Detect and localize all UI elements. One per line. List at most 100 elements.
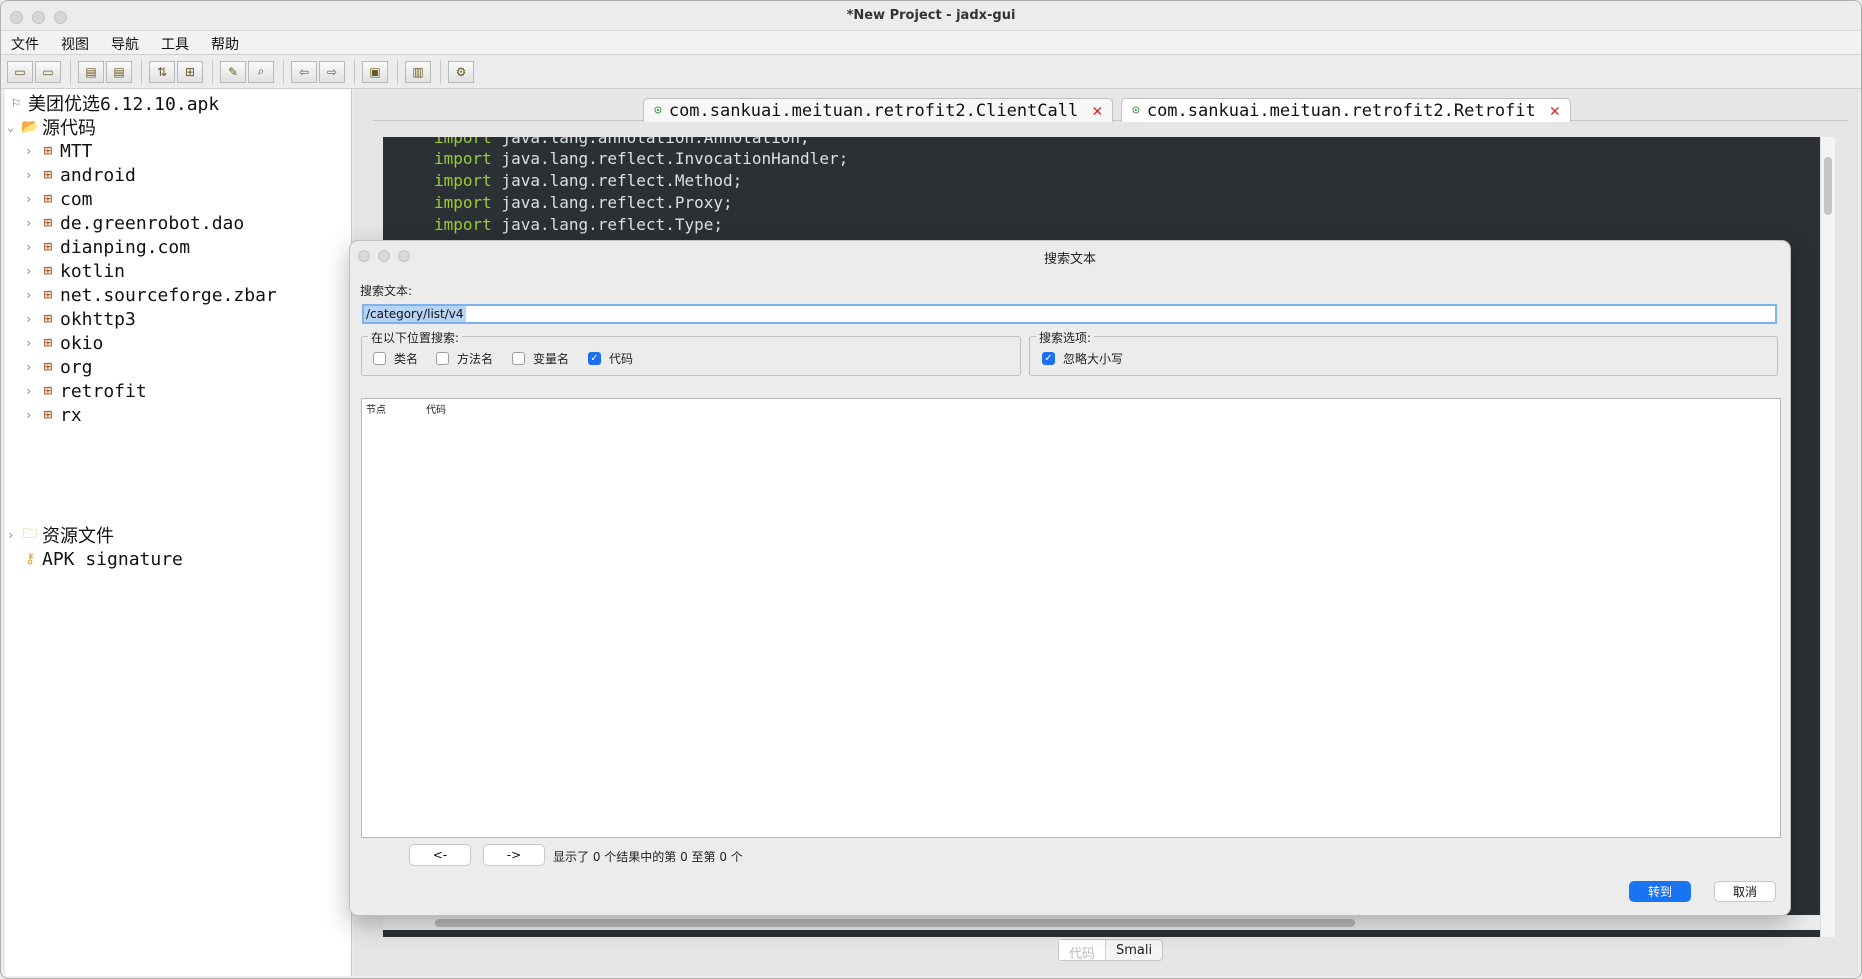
toolbar-separator [354,59,355,84]
tab-smali[interactable]: Smali [1106,940,1162,960]
export-icon[interactable]: ▤ [106,60,132,83]
tree-package[interactable]: › ⊞ MTT [25,139,93,163]
chevron-right-icon[interactable]: › [25,336,39,350]
decompile-icon[interactable]: ▣ [362,60,388,83]
scroll-thumb[interactable] [1824,157,1832,215]
flatten-icon[interactable]: ⊞ [177,60,203,83]
chevron-right-icon[interactable]: › [25,312,39,326]
horizontal-scrollbar[interactable] [383,915,1820,930]
class-name-checkbox[interactable]: 类名 [373,350,418,367]
checkbox-box[interactable] [512,352,525,365]
menu-file[interactable]: 文件 [11,31,49,54]
close-icon[interactable]: ✕ [1092,101,1102,121]
tree-package[interactable]: › ⊞ kotlin [25,259,125,283]
code-text: java.lang.reflect.Type; [491,215,723,234]
tab-clientcall[interactable]: ⊙ com.sankuai.meituan.retrofit2.ClientCa… [643,98,1114,122]
forward-icon[interactable]: ⇨ [319,60,345,83]
tree-package[interactable]: › ⊞ dianping.com [25,235,190,259]
save-all-icon[interactable]: ▤ [78,60,104,83]
checkbox-box[interactable]: ✓ [1042,352,1055,365]
code-text: java.lang.reflect.Method; [491,171,743,190]
search-label: 搜索文本: [360,284,413,298]
open-file-icon[interactable]: ▭ [7,60,33,83]
tree-signature[interactable]: ⚷ APK signature [21,547,183,571]
package-icon: ⊞ [43,239,53,255]
tree-package[interactable]: › ⊞ org [25,355,93,379]
search-dialog: 搜索文本 搜索文本: /category/list/v4 在以下位置搜索: 类名… [349,240,1791,916]
cancel-button[interactable]: 取消 [1714,881,1776,902]
ignore-case-checkbox[interactable]: ✓ 忽略大小写 [1042,350,1123,367]
tree-package[interactable]: › ⊞ rx [25,403,82,427]
menu-navigation[interactable]: 导航 [111,31,149,54]
preferences-icon[interactable]: ⚙ [448,60,474,83]
toolbar: ▭ ▭ ▤ ▤ ⇅ ⊞ ✎ ⌕ ⇦ ⇨ ▣ ▥ ⚙ [1,55,1861,89]
chevron-down-icon[interactable]: ⌄ [7,120,21,134]
tree-sources[interactable]: ⌄ 📂 源代码 [7,115,96,139]
search-input[interactable] [362,304,1777,324]
column-code[interactable]: 代码 [426,401,446,416]
sync-icon[interactable]: ⇅ [149,60,175,83]
tree-package-label: rx [60,404,82,426]
results-pager-text: 显示了 0 个结果中的第 0 至第 0 个 [553,850,743,864]
chevron-right-icon[interactable]: › [25,288,39,302]
code-line: import java.lang.reflect.Proxy; [434,193,733,215]
search-text-icon[interactable]: ✎ [220,60,246,83]
chevron-right-icon[interactable]: › [25,216,39,230]
checkbox-box[interactable]: ✓ [588,352,601,365]
menu-help[interactable]: 帮助 [211,31,249,54]
chevron-right-icon[interactable]: › [25,360,39,374]
tree-package[interactable]: › ⊞ de.greenrobot.dao [25,211,244,235]
find-class-icon[interactable]: ⌕ [248,60,274,83]
chevron-right-icon[interactable]: › [25,240,39,254]
chevron-right-icon[interactable]: › [25,144,39,158]
chevron-right-icon[interactable]: › [25,408,39,422]
back-icon[interactable]: ⇦ [291,60,317,83]
code-keyword: import [434,193,492,212]
checkbox-label: 代码 [609,352,634,366]
code-keyword: import [434,215,492,234]
column-node[interactable]: 节点 [366,401,386,416]
chevron-right-icon[interactable]: › [25,168,39,182]
scroll-thumb[interactable] [435,919,1355,927]
tab-code[interactable]: 代码 [1059,940,1107,962]
tree-sources-label: 源代码 [42,118,96,139]
vertical-scrollbar[interactable] [1820,137,1835,937]
chevron-right-icon[interactable]: › [25,264,39,278]
add-files-icon[interactable]: ▭ [35,60,61,83]
tree-package-label: net.sourceforge.zbar [60,284,277,306]
toolbar-separator [70,59,71,84]
code-checkbox[interactable]: ✓ 代码 [588,350,633,367]
menu-tools[interactable]: 工具 [161,31,199,54]
tree-package[interactable]: › ⊞ retrofit [25,379,147,403]
dialog-title-bar: 搜索文本 [350,241,1790,269]
chevron-right-icon[interactable]: › [25,384,39,398]
tree-package[interactable]: › ⊞ okio [25,331,103,355]
results-table[interactable]: 节点 代码 [361,398,1781,838]
checkbox-box[interactable] [373,352,386,365]
goto-button[interactable]: 转到 [1629,881,1691,902]
tree-root[interactable]: ⚐ 美团优选6.12.10.apk [7,91,219,115]
tree-package-label: dianping.com [60,236,191,258]
window-title: *New Project - jadx-gui [846,8,1016,23]
chevron-right-icon[interactable]: › [7,528,21,542]
tab-label: com.sankuai.meituan.retrofit2.ClientCall [668,100,1079,121]
next-page-button[interactable]: -> [483,844,545,866]
tree-package[interactable]: › ⊞ android [25,163,136,187]
method-name-checkbox[interactable]: 方法名 [436,350,493,367]
toolbar-separator [141,59,142,84]
tree-package[interactable]: › ⊞ okhttp3 [25,307,136,331]
field-name-checkbox[interactable]: 变量名 [512,350,569,367]
chevron-right-icon[interactable]: › [25,192,39,206]
close-icon[interactable]: ✕ [1550,101,1560,121]
tree-package[interactable]: › ⊞ com [25,187,93,211]
package-icon: ⊞ [43,335,53,351]
checkbox-box[interactable] [436,352,449,365]
log-viewer-icon[interactable]: ▥ [405,60,431,83]
tree-package[interactable]: › ⊞ net.sourceforge.zbar [25,283,277,307]
tree-resources-label: 资源文件 [42,526,114,547]
tree-resources[interactable]: › 🗀 资源文件 [7,523,114,547]
editor-tab-strip: ⊙ com.sankuai.meituan.retrofit2.ClientCa… [373,95,1848,122]
menu-view[interactable]: 视图 [61,31,99,54]
tab-retrofit[interactable]: ⊙ com.sankuai.meituan.retrofit2.Retrofit… [1121,98,1572,122]
prev-page-button[interactable]: <- [409,844,471,866]
